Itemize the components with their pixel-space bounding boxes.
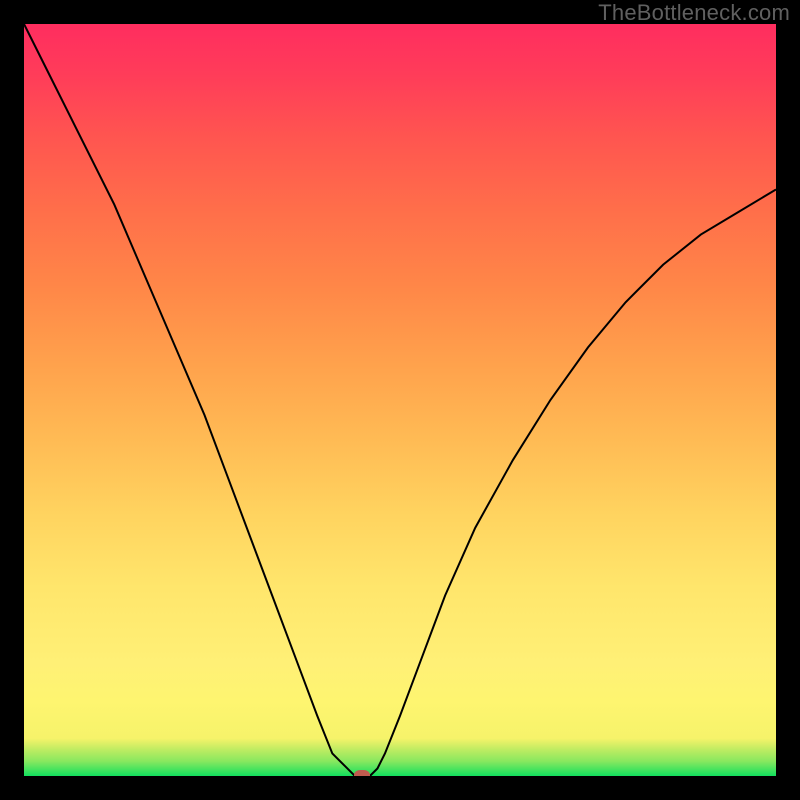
- plot-area: [24, 24, 776, 776]
- watermark-text: TheBottleneck.com: [598, 0, 790, 26]
- chart-frame: TheBottleneck.com: [0, 0, 800, 800]
- bottleneck-marker: [354, 770, 370, 776]
- curve-line: [24, 24, 776, 776]
- bottleneck-curve: [24, 24, 776, 776]
